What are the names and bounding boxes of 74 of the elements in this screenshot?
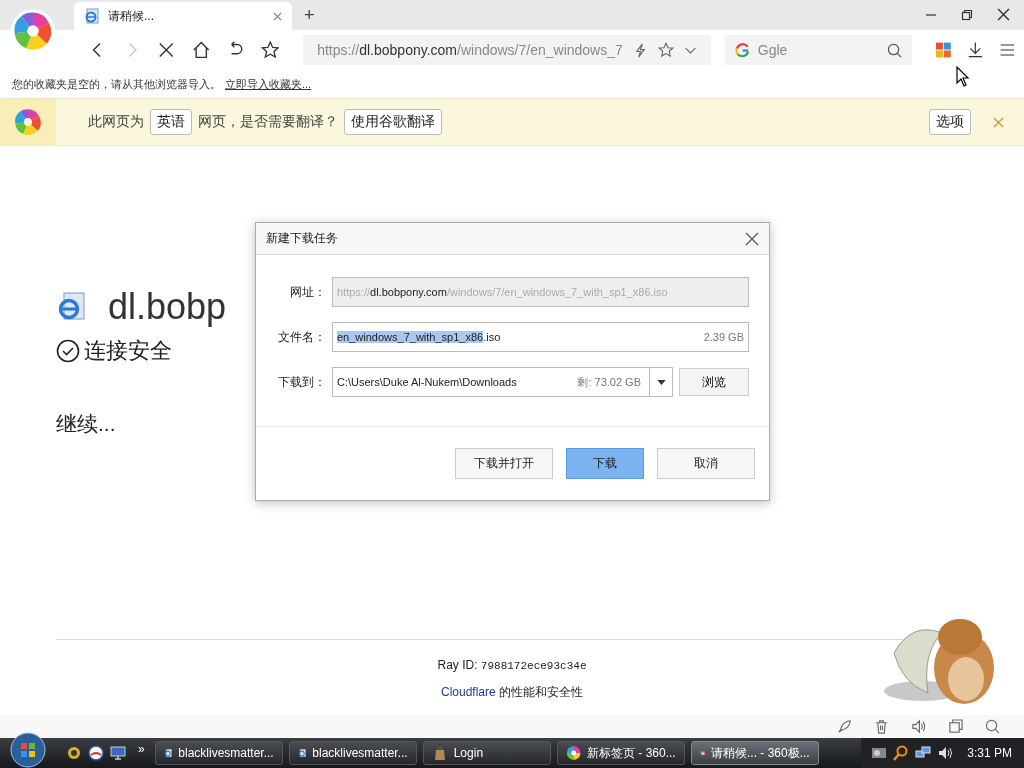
field-label: 文件名： (277, 328, 326, 346)
save-path-dropdown[interactable]: C:\Users\Duke Al-Nukem\Downloads 剩: 73.02 GB (332, 367, 673, 397)
field-label: 下载到： (277, 373, 326, 391)
star-icon[interactable] (260, 40, 280, 60)
browser-logo-icon (565, 745, 581, 761)
magnifier-icon[interactable] (893, 745, 910, 761)
quick-launch-icon[interactable] (66, 745, 82, 761)
taskbar-button[interactable]: Login (422, 741, 551, 765)
monitor-icon[interactable] (110, 745, 126, 761)
search-icon[interactable] (886, 43, 902, 58)
continue-text: 继续... (56, 411, 117, 437)
search-icon[interactable] (985, 719, 1000, 734)
task-label: Login (453, 746, 484, 760)
field-label: 网址： (289, 283, 326, 301)
address-bar[interactable]: https://dl.bobpony.com/windows/7/en_windows_7 (303, 35, 711, 65)
save-path: C:\Users\Duke Al-Nukem\Downloads (337, 376, 517, 388)
browser-tab[interactable]: 请稍候... (74, 2, 292, 30)
import-bookmarks-link[interactable]: 立即导入收藏夹... (225, 76, 312, 92)
speaker-icon[interactable] (937, 745, 954, 761)
stop-icon[interactable] (157, 40, 176, 60)
more-chevron[interactable]: » (138, 742, 145, 756)
task-label: 请稍候... - 360极... (711, 744, 810, 762)
task-label: blacklivesmatter... (312, 746, 408, 760)
task-label: 新标签页 - 360... (587, 744, 676, 762)
window-icon[interactable] (948, 719, 963, 734)
star-icon[interactable] (657, 42, 674, 58)
taskbar-button[interactable]: 新标签页 - 360... (556, 741, 685, 765)
quick-launch-icon[interactable] (88, 745, 104, 761)
footer-text: 的性能和安全性 (499, 685, 583, 699)
cloudflare-link[interactable]: Cloudflare (440, 685, 496, 699)
tab-title: 请稍候... (108, 7, 155, 25)
tray-icon[interactable] (871, 745, 888, 761)
dialog-title: 新建下载任务 (266, 230, 338, 247)
restore-icon[interactable] (961, 9, 973, 21)
apps-grid-icon[interactable] (935, 42, 951, 58)
language-button[interactable]: 英语 (150, 109, 192, 135)
home-icon[interactable] (191, 40, 211, 60)
task-label: blacklivesmatter... (178, 746, 274, 760)
speaker-icon[interactable] (911, 719, 926, 734)
filename-field[interactable]: en_windows_7_with_sp1_x86.iso 2.39 GB (332, 322, 749, 352)
ray-id-value: 7988172ece93c34e (480, 660, 587, 672)
trash-icon[interactable] (874, 719, 889, 734)
menu-icon[interactable] (999, 41, 1017, 59)
browse-button[interactable]: 浏览 (679, 368, 749, 396)
close-icon[interactable] (997, 8, 1010, 21)
dialog-button[interactable]: 下载 (566, 448, 644, 479)
options-button[interactable]: 选项 (929, 109, 971, 135)
close-icon[interactable] (745, 231, 759, 246)
site-heading: dl.bobp (108, 286, 227, 328)
translate-text: 此网页为 (88, 113, 144, 131)
secure-text: 连接安全 (84, 337, 172, 365)
check-circle-icon (56, 339, 80, 363)
clock: 3:31 PM (967, 746, 1012, 760)
ie-page-icon (56, 291, 88, 323)
taskbar-button[interactable]: blacklivesmatter... (288, 741, 417, 765)
download-icon[interactable] (966, 41, 984, 59)
search-field[interactable]: Ggle (724, 35, 912, 65)
translate-button[interactable]: 使用谷歌翻译 (344, 109, 442, 135)
ie-page-icon (84, 8, 100, 24)
network-icon[interactable] (915, 745, 932, 761)
translate-text: 网页，是否需要翻译？ (198, 113, 338, 131)
file-size: 2.39 GB (703, 331, 744, 343)
dialog-button[interactable]: 取消 (657, 448, 755, 479)
dropdown-arrow-icon[interactable] (656, 379, 666, 385)
free-space: 剩: 73.02 GB (577, 374, 641, 390)
dialog-button[interactable]: 下载并打开 (455, 448, 553, 479)
browser-logo-icon (12, 106, 44, 138)
taskbar-button[interactable]: 请稍候... - 360极... (690, 741, 819, 765)
ray-id-label: Ray ID: (437, 658, 478, 672)
new-tab-button[interactable]: + (300, 5, 319, 26)
cursor-icon (956, 66, 970, 88)
taskbar-button[interactable]: blacklivesmatter... (154, 741, 283, 765)
start-button[interactable] (10, 732, 46, 768)
bookmarks-message: 您的收藏夹是空的，请从其他浏览器导入。 (12, 76, 221, 92)
